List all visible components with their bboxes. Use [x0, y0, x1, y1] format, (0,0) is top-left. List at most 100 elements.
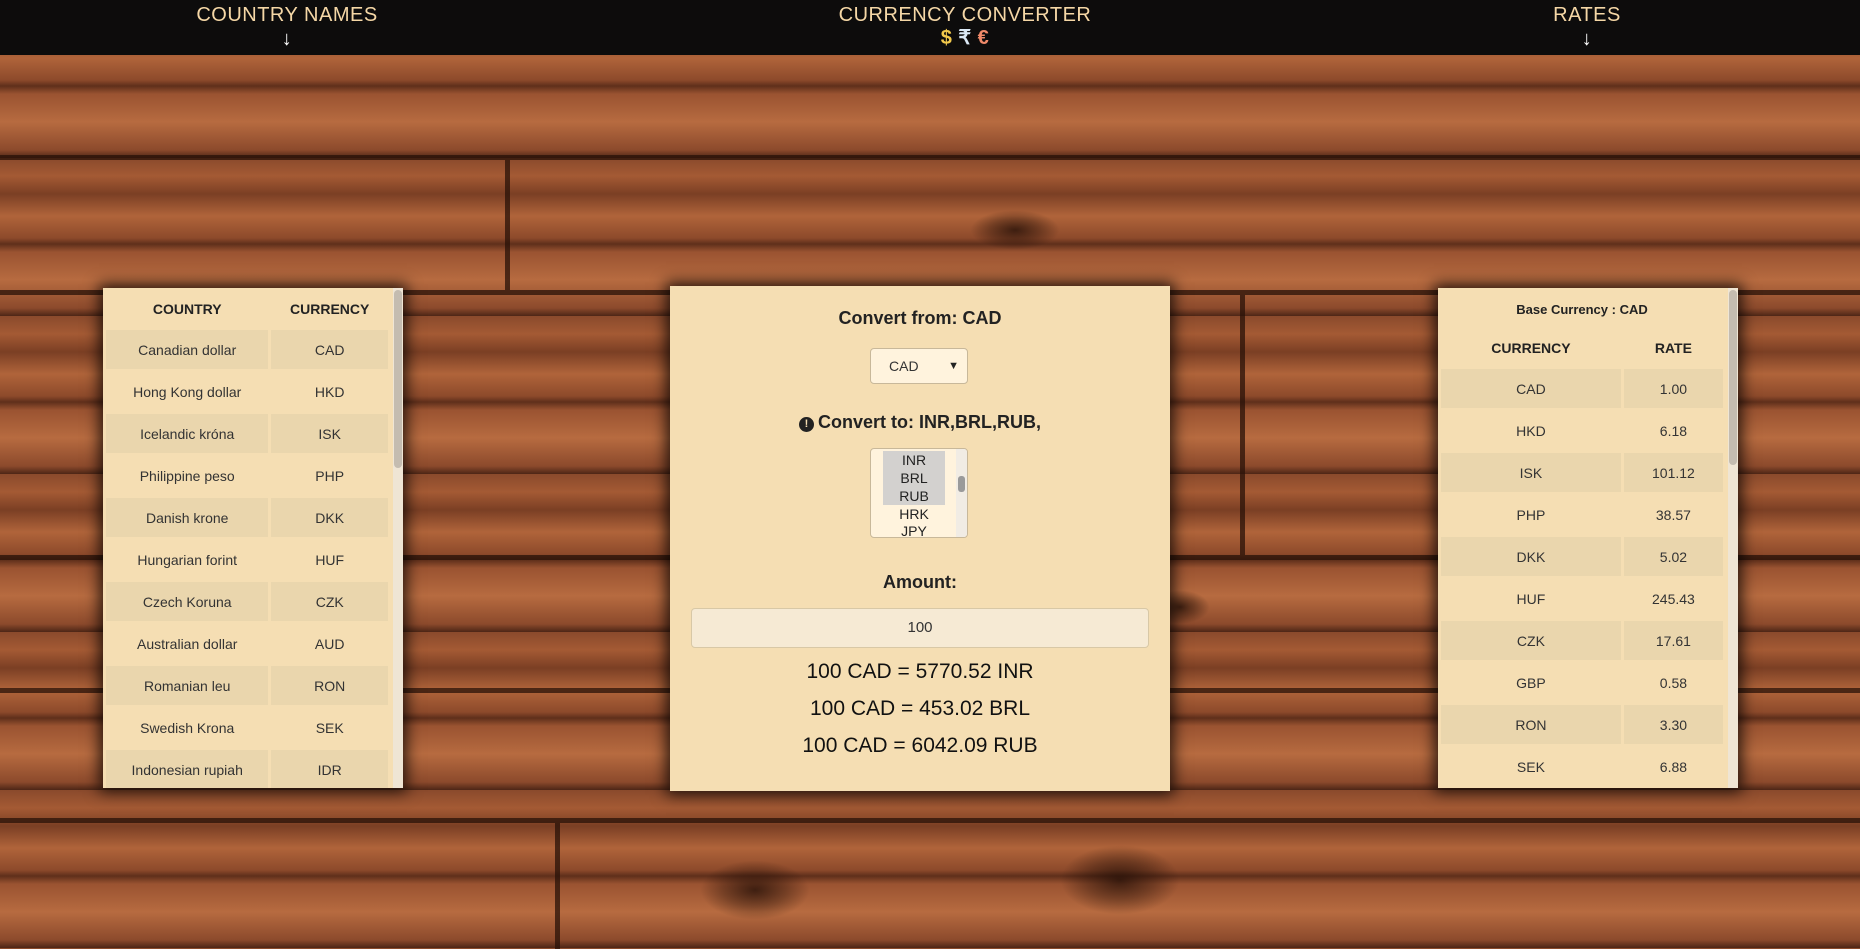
currency-code-cell: AUD — [271, 624, 388, 663]
rate-value-cell: 17.61 — [1623, 621, 1723, 660]
currency-converter-heading: CURRENCY CONVERTER $ ₹ € — [820, 4, 1110, 49]
multiselect-scrollbar[interactable] — [956, 449, 967, 537]
country-name-cell: Hong Kong dollar — [106, 372, 269, 411]
table-row: HKD 6.18 — [1441, 411, 1723, 450]
to-option-jpy[interactable]: JPY — [883, 522, 945, 537]
rates-panel-scrollbar[interactable] — [1728, 288, 1738, 788]
currency-code-cell: HUF — [1441, 579, 1621, 618]
table-row: Icelandic króna ISK — [106, 414, 388, 453]
wood-knot — [1060, 845, 1180, 915]
amount-label: Amount: — [883, 572, 957, 592]
table-row: RON 3.30 — [1441, 705, 1723, 744]
table-row: Philippine peso PHP — [106, 456, 388, 495]
euro-icon: € — [977, 27, 990, 49]
info-icon[interactable]: ! — [799, 417, 814, 432]
country-name-cell: Czech Koruna — [106, 582, 269, 621]
top-navbar: COUNTRY NAMES ↓ CURRENCY CONVERTER $ ₹ €… — [0, 0, 1860, 55]
scrollbar-thumb[interactable] — [958, 476, 965, 492]
country-name-cell: Philippine peso — [106, 456, 269, 495]
table-row: SEK 6.88 — [1441, 747, 1723, 786]
country-table-body: Canadian dollar CAD Hong Kong dollar HKD Ice… — [106, 330, 388, 788]
to-option-hrk[interactable]: HRK — [883, 505, 945, 523]
currency-code-cell: CAD — [271, 330, 388, 369]
convert-to-heading: ! Convert to: INR,BRL,RUB, — [670, 412, 1170, 433]
table-row: Swedish Krona SEK — [106, 708, 388, 747]
table-row: Romanian leu RON — [106, 666, 388, 705]
table-row: DKK 5.02 — [1441, 537, 1723, 576]
currency-code-cell: SEK — [271, 708, 388, 747]
rate-value-cell: 101.12 — [1623, 453, 1723, 492]
wood-seam — [0, 155, 1860, 160]
amount-input[interactable]: 100 — [691, 608, 1149, 648]
rupee-icon: ₹ — [958, 27, 972, 49]
currency-code-cell: HKD — [271, 372, 388, 411]
country-name-cell: Swedish Krona — [106, 708, 269, 747]
currency-code-cell: DKK — [1441, 537, 1621, 576]
country-name-cell: Australian dollar — [106, 624, 269, 663]
wood-knot — [970, 210, 1060, 250]
country-name-cell: Danish krone — [106, 498, 269, 537]
table-row: Hungarian forint HUF — [106, 540, 388, 579]
table-row: Indonesian rupiah IDR — [106, 750, 388, 788]
to-option-brl[interactable]: BRL — [883, 469, 945, 487]
converter-panel: Convert from: CAD CAD ▼ ! Convert to: INR… — [670, 286, 1170, 791]
table-row: HUF 245.43 — [1441, 579, 1723, 618]
country-table: COUNTRY CURRENCY Canadian dollar CAD Hong … — [103, 288, 391, 788]
down-arrow-icon: ↓ — [281, 28, 293, 50]
rate-value-cell: 5.02 — [1623, 537, 1723, 576]
table-row: PHP 38.57 — [1441, 495, 1723, 534]
country-name-cell: Icelandic króna — [106, 414, 269, 453]
currency-code-cell: ISK — [271, 414, 388, 453]
rate-value-cell: 245.43 — [1623, 579, 1723, 618]
currency-code-cell: GBP — [1441, 663, 1621, 702]
table-row: CZK 17.61 — [1441, 621, 1723, 660]
currency-code-cell: ISK — [1441, 453, 1621, 492]
country-name-cell: Romanian leu — [106, 666, 269, 705]
table-row: CAD 1.00 — [1441, 369, 1723, 408]
country-names-panel[interactable]: COUNTRY CURRENCY Canadian dollar CAD Hong … — [103, 288, 403, 788]
convert-from-label: Convert from: CAD — [838, 308, 1002, 328]
currency-code-cell: IDR — [271, 750, 388, 788]
to-option-inr[interactable]: INR — [883, 451, 945, 469]
dollar-icon: $ — [940, 27, 953, 49]
wood-seam — [0, 818, 1860, 823]
rate-column-header: RATE — [1654, 340, 1692, 356]
from-currency-select[interactable]: CAD ▼ — [870, 348, 968, 384]
currency-code-cell: RON — [1441, 705, 1621, 744]
table-row: Hong Kong dollar HKD — [106, 372, 388, 411]
currency-code-cell: CZK — [1441, 621, 1621, 660]
table-row: ISK 101.12 — [1441, 453, 1723, 492]
rates-panel[interactable]: Base Currency : CAD CURRENCY RATE CAD 1.0… — [1438, 288, 1738, 788]
from-currency-value: CAD — [889, 358, 919, 374]
rate-value-cell: 38.57 — [1623, 495, 1723, 534]
to-option-rub[interactable]: RUB — [883, 487, 945, 505]
country-panel-scrollbar[interactable] — [393, 288, 403, 788]
table-row: Danish krone DKK — [106, 498, 388, 537]
conversion-result: 100 CAD = 5770.52 INR — [806, 660, 1034, 683]
rate-value-cell: 6.88 — [1623, 747, 1723, 786]
app-title: CURRENCY CONVERTER — [838, 4, 1092, 26]
table-row: Australian dollar AUD — [106, 624, 388, 663]
currency-code-cell: SEK — [1441, 747, 1621, 786]
currency-code-cell: HUF — [271, 540, 388, 579]
rate-value-cell: 3.30 — [1623, 705, 1723, 744]
wood-seam — [1240, 295, 1245, 555]
country-name-cell: Hungarian forint — [106, 540, 269, 579]
scrollbar-thumb[interactable] — [1729, 290, 1737, 465]
currency-code-cell: HKD — [1441, 411, 1621, 450]
currency-code-cell: PHP — [271, 456, 388, 495]
table-row: Czech Koruna CZK — [106, 582, 388, 621]
conversion-result: 100 CAD = 6042.09 RUB — [802, 734, 1038, 757]
table-row: Canadian dollar CAD — [106, 330, 388, 369]
rate-value-cell: 6.18 — [1623, 411, 1723, 450]
to-currency-multiselect[interactable]: INR BRL RUB HRK JPY — [870, 448, 968, 538]
currency-code-cell: PHP — [1441, 495, 1621, 534]
currency-code-cell: DKK — [271, 498, 388, 537]
country-name-cell: Indonesian rupiah — [106, 750, 269, 788]
scrollbar-thumb[interactable] — [394, 290, 402, 468]
currency-column-header: CURRENCY — [290, 301, 370, 317]
rates-table-body: CAD 1.00 HKD 6.18 ISK 101.12 PHP 38.57 DKK 5.02 HU… — [1441, 369, 1723, 786]
wood-knot — [700, 860, 810, 920]
currency-code-cell: CZK — [271, 582, 388, 621]
convert-to-label: Convert to: INR,BRL,RUB, — [818, 412, 1041, 432]
